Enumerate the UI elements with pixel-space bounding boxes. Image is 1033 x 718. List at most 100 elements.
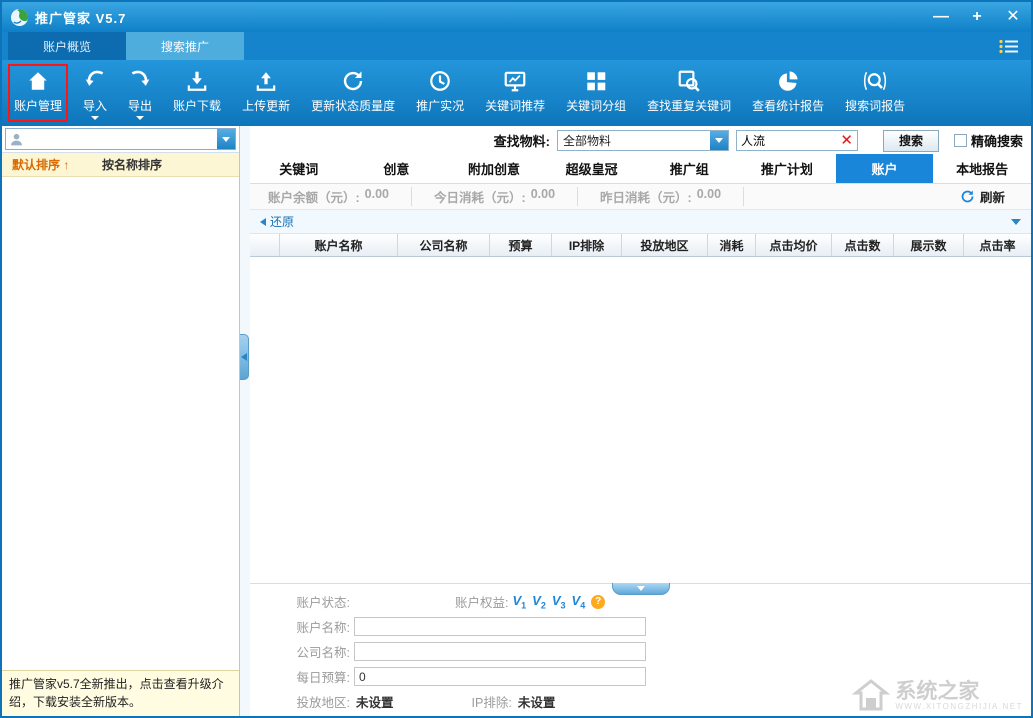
column-header-company-name[interactable]: 公司名称 <box>398 234 490 256</box>
column-header-region[interactable]: 投放地区 <box>622 234 708 256</box>
grid-group-icon <box>584 67 608 95</box>
vip-level-4-badge: V4 <box>572 593 586 611</box>
column-options-dropdown-icon[interactable] <box>1011 219 1021 225</box>
tab-promotion-group[interactable]: 推广组 <box>641 154 739 183</box>
column-header-budget[interactable]: 预算 <box>490 234 552 256</box>
today-consumption-stat: 今日消耗（元）:0.00 <box>412 187 578 206</box>
sort-ascending-icon: ↑ <box>63 158 69 172</box>
toolbar-import[interactable]: 导入 <box>77 64 113 122</box>
app-window: 推广管家 V5.7 — + ✕ 账户概览 搜索推广 账户管理 导入 <box>0 0 1033 718</box>
sidebar-search-row <box>2 126 239 153</box>
keyword-search-box: ✕ <box>736 130 858 151</box>
tab-promotion-plan[interactable]: 推广计划 <box>738 154 836 183</box>
close-button[interactable]: ✕ <box>1003 9 1023 25</box>
toolbar-keyword-group[interactable]: 关键词分组 <box>560 64 632 122</box>
tab-search-promotion[interactable]: 搜索推广 <box>126 32 244 60</box>
tab-creative[interactable]: 创意 <box>348 154 446 183</box>
toolbar-update-quality[interactable]: 更新状态质量度 <box>305 64 401 122</box>
minimize-button[interactable]: — <box>931 9 951 25</box>
vip-level-1-badge: V1 <box>512 593 526 611</box>
tab-super-crown[interactable]: 超级皇冠 <box>543 154 641 183</box>
pie-report-icon <box>776 67 800 95</box>
account-search-input[interactable] <box>26 132 217 146</box>
chevron-down-icon <box>715 138 723 143</box>
toolbar-account-download[interactable]: 账户下载 <box>167 64 227 122</box>
upload-icon <box>254 67 278 95</box>
ip-exclude-label: IP排除: <box>472 692 512 711</box>
ip-exclude-value[interactable]: 未设置 <box>518 692 556 711</box>
daily-budget-label: 每日预算: <box>250 667 350 686</box>
tab-account[interactable]: 账户 <box>836 154 934 183</box>
material-dropdown-button[interactable] <box>710 131 728 150</box>
daily-budget-field[interactable] <box>354 667 646 686</box>
toolbar-export[interactable]: 导出 <box>122 64 158 122</box>
vip-level-3-badge: V3 <box>552 593 566 611</box>
sort-default-button[interactable]: 默认排序 ↑ <box>2 156 102 173</box>
monitor-chart-icon <box>503 67 527 95</box>
region-label: 投放地区: <box>250 692 350 711</box>
toolbar-keyword-recommend[interactable]: 关键词推荐 <box>479 64 551 122</box>
toolbar-stats-report[interactable]: 查看统计报告 <box>746 64 830 122</box>
vip-level-2-badge: V2 <box>532 593 546 611</box>
person-icon <box>9 132 24 147</box>
account-rights-label: 账户权益: <box>455 592 508 611</box>
keyword-search-input[interactable] <box>741 134 840 148</box>
window-title: 推广管家 V5.7 <box>35 8 126 27</box>
chevron-down-icon <box>637 586 645 591</box>
account-search-dropdown-button[interactable] <box>217 129 235 149</box>
toolbar-account-management[interactable]: 账户管理 <box>8 64 68 122</box>
content-tabs: 关键词 创意 附加创意 超级皇冠 推广组 推广计划 账户 本地报告 <box>250 154 1031 184</box>
maximize-button[interactable]: + <box>967 9 987 25</box>
search-button[interactable]: 搜索 <box>883 130 939 152</box>
stats-row: 账户余额（元）:0.00 今日消耗（元）:0.00 昨日消耗（元）:0.00 刷… <box>250 184 1031 210</box>
column-header-ip-exclude[interactable]: IP排除 <box>552 234 622 256</box>
column-header-impressions[interactable]: 展示数 <box>894 234 964 256</box>
dropdown-caret-icon <box>136 116 144 120</box>
yesterday-consumption-stat: 昨日消耗（元）:0.00 <box>578 187 744 206</box>
column-header-avg-click-price[interactable]: 点击均价 <box>756 234 832 256</box>
restore-button[interactable]: 还原 <box>260 213 294 230</box>
app-logo-icon <box>10 8 29 27</box>
sidebar-collapse-handle[interactable] <box>240 334 249 380</box>
toolbar-search-term-report[interactable]: 搜索词报告 <box>839 64 911 122</box>
toolbar-promotion-live[interactable]: 推广实况 <box>410 64 470 122</box>
tab-local-report[interactable]: 本地报告 <box>933 154 1031 183</box>
exact-search-label: 精确搜索 <box>971 131 1023 150</box>
download-icon <box>185 67 209 95</box>
toolbar-find-duplicate-keywords[interactable]: 查找重复关键词 <box>641 64 737 122</box>
tab-account-overview[interactable]: 账户概览 <box>8 32 126 60</box>
account-name-label: 账户名称: <box>250 617 350 636</box>
material-type-select[interactable]: 全部物料 <box>557 130 729 151</box>
company-name-field[interactable] <box>354 642 646 661</box>
help-icon[interactable]: ? <box>591 595 605 609</box>
menu-icon[interactable] <box>999 39 1019 54</box>
select-column-header[interactable] <box>250 234 280 256</box>
table-body[interactable] <box>250 257 1031 583</box>
exact-search-checkbox[interactable] <box>954 134 967 147</box>
dropdown-caret-icon <box>91 116 99 120</box>
region-value[interactable]: 未设置 <box>356 692 394 711</box>
detail-row-account-name: 账户名称: <box>250 614 1031 639</box>
account-detail-panel: 账户状态: 账户权益: V1 V2 V3 V4 ? 账户名称: <box>250 583 1031 716</box>
filter-bar: 查找物料: 全部物料 ✕ 搜索 精确搜索 <box>250 126 1031 154</box>
tab-keywords[interactable]: 关键词 <box>250 154 348 183</box>
detail-row-daily-budget: 每日预算: <box>250 664 1031 689</box>
refresh-button[interactable]: 刷新 <box>960 187 1005 206</box>
export-arrow-icon <box>128 67 152 95</box>
clock-icon <box>428 67 452 95</box>
upgrade-promo-text[interactable]: 推广管家v5.7全新推出，点击查看升级介绍，下载安装全新版本。 <box>2 670 239 716</box>
account-search-combobox[interactable] <box>5 128 236 150</box>
account-list[interactable] <box>2 177 239 670</box>
clear-search-icon[interactable]: ✕ <box>840 133 853 148</box>
tab-additional-creative[interactable]: 附加创意 <box>445 154 543 183</box>
column-header-clicks[interactable]: 点击数 <box>832 234 894 256</box>
column-header-ctr[interactable]: 点击率 <box>964 234 1031 256</box>
sort-by-name-button[interactable]: 按名称排序 <box>102 156 162 173</box>
detail-panel-toggle[interactable] <box>612 583 670 595</box>
account-name-field[interactable] <box>354 617 646 636</box>
toolbar-upload-update[interactable]: 上传更新 <box>236 64 296 122</box>
home-icon <box>26 67 50 95</box>
column-header-consumption[interactable]: 消耗 <box>708 234 756 256</box>
chevron-left-icon <box>241 353 247 361</box>
column-header-account-name[interactable]: 账户名称 <box>280 234 398 256</box>
